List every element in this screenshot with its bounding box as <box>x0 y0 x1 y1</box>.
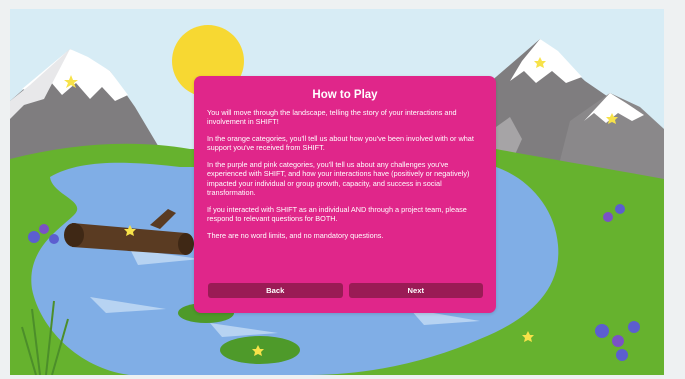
instruction-paragraph: There are no word limits, and no mandato… <box>207 230 384 240</box>
dialog-title: How to Play <box>312 89 378 101</box>
dialog-buttons: Back Next <box>208 283 483 298</box>
instruction-paragraph: In the purple and pink categories, you'l… <box>207 160 470 198</box>
instruction-paragraph: If you interacted with SHIFT as an indiv… <box>207 204 467 224</box>
next-button[interactable]: Next <box>348 283 483 298</box>
back-button[interactable]: Back <box>208 283 343 298</box>
how-to-play-dialog: How to Play You will move through the la… <box>194 76 496 313</box>
instruction-paragraph: In the orange categories, you'll tell us… <box>207 134 474 153</box>
game-scene: How to Play You will move through the la… <box>10 9 664 375</box>
instruction-paragraph: You will move through the landscape, tel… <box>207 108 457 127</box>
